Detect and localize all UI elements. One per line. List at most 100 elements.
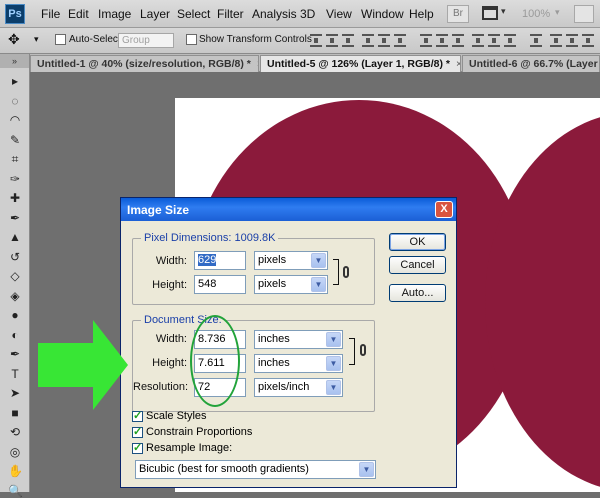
menu-analysis[interactable]: Analysis (252, 7, 297, 21)
distribute-vcenter-icon[interactable] (436, 34, 448, 47)
align-distribute-group (310, 34, 600, 48)
zoom-tool-icon[interactable]: 🔍 (8, 484, 23, 498)
scale-styles-row[interactable]: Scale Styles (132, 409, 207, 422)
auto-select-checkbox[interactable] (55, 34, 66, 45)
pixel-width-input[interactable]: 629 (194, 251, 246, 270)
pixel-height-unit-select[interactable]: pixels ▼ (254, 275, 328, 294)
3d-rotate-tool-icon[interactable]: ⟲ (8, 425, 22, 439)
distribute-top-icon[interactable] (420, 34, 432, 47)
auto-button[interactable]: Auto... (389, 284, 446, 302)
distribute-bottom-icon[interactable] (452, 34, 464, 47)
zoom-level[interactable]: 100% (522, 8, 550, 20)
menu-window[interactable]: Window (361, 7, 404, 21)
cancel-button[interactable]: Cancel (389, 256, 446, 274)
pixel-height-input[interactable]: 548 (194, 275, 246, 294)
shape-tool-icon[interactable]: ■ (8, 406, 22, 420)
align-top-icon[interactable] (310, 34, 322, 47)
distribute-right-icon[interactable] (504, 34, 516, 47)
quick-select-tool-icon[interactable]: ✎ (8, 133, 22, 147)
screen-mode-icon[interactable] (482, 6, 498, 20)
clone-stamp-tool-icon[interactable]: ▲ (8, 230, 22, 244)
move-tool-preset-icon[interactable]: ✥ (8, 31, 20, 48)
pen-tool-icon[interactable]: ✒ (8, 347, 22, 361)
eyedropper-tool-icon[interactable]: ✑ (8, 172, 22, 186)
zoom-caret-icon[interactable]: ▾ (555, 7, 560, 18)
lasso-tool-icon[interactable]: ◠ (8, 113, 22, 127)
align-bottom-icon[interactable] (342, 34, 354, 47)
heart-lobe-right (485, 112, 600, 492)
bridge-button[interactable]: Br (447, 5, 469, 23)
annotation-arrow-icon (38, 320, 128, 410)
link-icon (360, 344, 366, 356)
scale-styles-label: Scale Styles (146, 410, 207, 422)
menu-select[interactable]: Select (177, 7, 210, 21)
tab-untitled-1[interactable]: Untitled-1 @ 40% (size/resolution, RGB/8… (30, 55, 259, 72)
blur-tool-icon[interactable]: ● (8, 308, 22, 322)
chevron-down-icon: ▼ (311, 253, 326, 268)
hand-tool-icon[interactable]: ✋ (8, 464, 23, 478)
align-right-icon[interactable] (394, 34, 406, 47)
chevron-down-icon: ▼ (311, 277, 326, 292)
3d-roll-mode-icon[interactable] (582, 34, 594, 47)
arrange-documents-button[interactable] (574, 5, 594, 23)
type-tool-icon[interactable]: T (8, 367, 22, 381)
brush-tool-icon[interactable]: ✒ (8, 211, 22, 225)
menu-help[interactable]: Help (409, 7, 434, 21)
menu-edit[interactable]: Edit (68, 7, 89, 21)
resample-image-label: Resample Image: (146, 442, 233, 454)
resolution-unit-select[interactable]: pixels/inch ▼ (254, 378, 343, 397)
constrain-proportions-row[interactable]: Constrain Proportions (132, 425, 252, 438)
resample-method-select[interactable]: Bicubic (best for smooth gradients) ▼ (135, 460, 376, 479)
path-select-tool-icon[interactable]: ➤ (8, 386, 22, 400)
doc-height-unit-select[interactable]: inches ▼ (254, 354, 343, 373)
show-transform-checkbox[interactable] (186, 34, 197, 45)
tab-untitled-5[interactable]: Untitled-5 @ 126% (Layer 1, RGB/8) * × (260, 55, 461, 72)
distribute-hcenter-icon[interactable] (488, 34, 500, 47)
3d-mode-icon[interactable] (550, 34, 562, 47)
resolution-label: Resolution: (133, 381, 189, 393)
marquee-tool-icon[interactable]: ◌ (8, 94, 22, 108)
pixel-width-label: Width: (155, 255, 187, 267)
ok-button[interactable]: OK (389, 233, 446, 251)
doc-width-label: Width: (155, 333, 187, 345)
close-tab-icon[interactable]: × (456, 58, 460, 70)
photoshop-logo: Ps (5, 4, 25, 24)
screen-mode-caret-icon[interactable]: ▾ (501, 6, 506, 17)
resample-image-checkbox[interactable] (132, 441, 143, 454)
pixel-width-unit-select[interactable]: pixels ▼ (254, 251, 328, 270)
menu-view[interactable]: View (326, 7, 352, 21)
document-tabs: Untitled-1 @ 40% (size/resolution, RGB/8… (30, 54, 600, 72)
distribute-left-icon[interactable] (472, 34, 484, 47)
scale-styles-checkbox[interactable] (132, 409, 143, 422)
auto-select-dropdown[interactable]: Group (118, 33, 174, 48)
menu-file[interactable]: File (41, 7, 60, 21)
3d-orbit-tool-icon[interactable]: ◎ (8, 445, 22, 459)
paint-bucket-tool-icon[interactable]: ◈ (8, 289, 22, 303)
align-left-icon[interactable] (362, 34, 374, 47)
menu-image[interactable]: Image (98, 7, 131, 21)
dodge-tool-icon[interactable]: ◐ (8, 328, 22, 342)
constrain-proportions-checkbox[interactable] (132, 425, 143, 438)
menu-filter[interactable]: Filter (217, 7, 244, 21)
pixel-dimensions-legend: Pixel Dimensions: 1009.8K (141, 232, 279, 244)
move-tool-icon[interactable]: ▸ (8, 74, 22, 88)
tools-panel: » ▸ ◌ ◠ ✎ ⌗ ✑ ✚ ✒ ▲ ↺ ◇ ◈ ● ◐ ✒ T ➤ ■ ⟲ ◎ ✋ 🔍 (0, 54, 30, 498)
align-hcenter-icon[interactable] (378, 34, 390, 47)
doc-width-unit-select[interactable]: inches ▼ (254, 330, 343, 349)
tools-panel-grip[interactable]: » (0, 54, 29, 68)
tool-preset-caret-icon[interactable]: ▾ (34, 34, 39, 45)
close-tab-icon[interactable]: × (257, 58, 258, 70)
close-icon[interactable]: X (435, 201, 453, 218)
menu-layer[interactable]: Layer (140, 7, 170, 21)
align-vcenter-icon[interactable] (326, 34, 338, 47)
auto-align-icon[interactable] (530, 34, 542, 47)
3d-rotate-mode-icon[interactable] (566, 34, 578, 47)
tab-untitled-6[interactable]: Untitled-6 @ 66.7% (Layer 1 (462, 55, 600, 72)
history-brush-tool-icon[interactable]: ↺ (8, 250, 22, 264)
menu-3d[interactable]: 3D (300, 7, 315, 21)
dialog-titlebar[interactable]: Image Size X (121, 198, 456, 221)
eraser-tool-icon[interactable]: ◇ (8, 269, 22, 283)
resample-image-row[interactable]: Resample Image: (132, 441, 233, 454)
spot-healing-tool-icon[interactable]: ✚ (8, 191, 22, 205)
crop-tool-icon[interactable]: ⌗ (8, 152, 22, 166)
